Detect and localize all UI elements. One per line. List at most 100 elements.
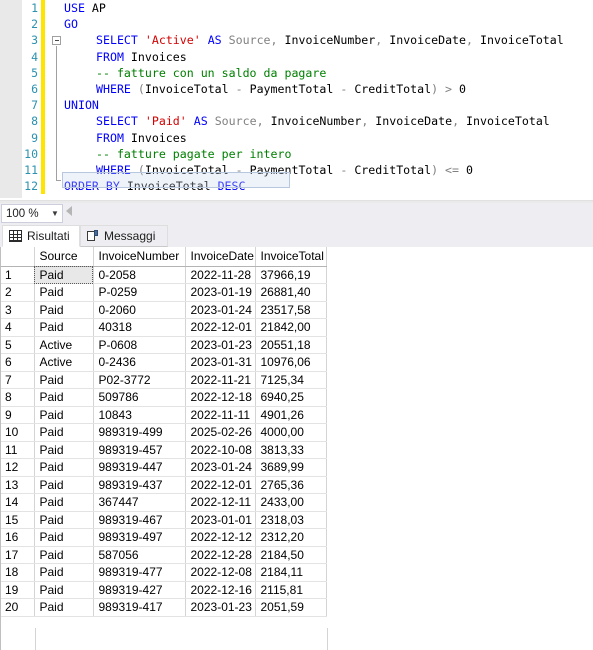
cell-invoicenumber[interactable]: P-0259 [93, 283, 186, 302]
cell-invoicenumber[interactable]: 509786 [93, 388, 186, 407]
cell-invoicedate[interactable]: 2023-01-01 [185, 511, 256, 529]
cell-invoicetotal[interactable]: 10976,06 [255, 353, 327, 372]
cell-invoicenumber[interactable]: 0-2436 [93, 353, 186, 372]
table-row[interactable]: 19 Paid 989319-427 2022-12-16 2115,81 [0, 581, 327, 599]
cell-source[interactable]: Active [34, 353, 94, 372]
table-row[interactable]: 4 Paid 40318 2022-12-01 21842,00 [0, 318, 327, 337]
cell-source[interactable]: Paid [34, 511, 94, 529]
code-line[interactable]: 4 FROM Invoices [0, 48, 593, 65]
cell-source[interactable]: Paid [34, 301, 94, 319]
code-line[interactable]: 9 FROM Invoices [0, 129, 593, 146]
cell-rownum[interactable]: 14 [0, 493, 35, 512]
sql-editor-pane[interactable]: 1 USE AP 2 GO 3 SELECT 'Active' AS Source, In… [0, 0, 593, 198]
cell-invoicedate[interactable]: 2025-02-26 [185, 423, 256, 442]
cell-rownum[interactable]: 5 [0, 336, 35, 354]
cell-invoicetotal[interactable]: 20551,18 [255, 336, 327, 354]
cell-invoicedate[interactable]: 2022-11-21 [185, 371, 256, 389]
cell-rownum[interactable]: 1 [0, 266, 35, 284]
cell-rownum[interactable]: 3 [0, 301, 35, 319]
cell-invoicenumber[interactable]: P-0608 [93, 336, 186, 354]
cell-invoicedate[interactable]: 2023-01-24 [185, 301, 256, 319]
cell-source[interactable]: Paid [34, 388, 94, 407]
table-row[interactable]: 9 Paid 10843 2022-11-11 4901,26 [0, 406, 327, 424]
cell-invoicedate[interactable]: 2023-01-31 [185, 353, 256, 372]
table-row[interactable]: 11 Paid 989319-457 2022-10-08 3813,33 [0, 441, 327, 459]
table-row[interactable]: 20 Paid 989319-417 2023-01-23 2051,59 [0, 598, 327, 617]
cell-source[interactable]: Paid [34, 406, 94, 424]
cell-invoicedate[interactable]: 2023-01-24 [185, 458, 256, 477]
editor-code-lines[interactable]: 1 USE AP 2 GO 3 SELECT 'Active' AS Source, In… [0, 0, 593, 195]
chevron-down-icon[interactable]: ▼ [48, 205, 62, 222]
cell-invoicedate[interactable]: 2022-12-28 [185, 546, 256, 564]
cell-rownum[interactable]: 16 [0, 528, 35, 547]
cell-invoicetotal[interactable]: 2184,50 [255, 546, 327, 564]
cell-rownum[interactable]: 7 [0, 371, 35, 389]
cell-invoicetotal[interactable]: 37966,19 [255, 266, 327, 284]
cell-invoicenumber[interactable]: 989319-437 [93, 476, 186, 494]
cell-source[interactable]: Paid [34, 493, 94, 512]
cell-invoicenumber[interactable]: 989319-447 [93, 458, 186, 477]
cell-invoicedate[interactable]: 2022-12-18 [185, 388, 256, 407]
cell-invoicetotal[interactable]: 2433,00 [255, 493, 327, 512]
cell-invoicenumber[interactable]: 10843 [93, 406, 186, 424]
cell-invoicenumber[interactable]: 989319-497 [93, 528, 186, 547]
cell-invoicenumber[interactable]: 367447 [93, 493, 186, 512]
cell-invoicedate[interactable]: 2022-10-08 [185, 441, 256, 459]
table-row[interactable]: 13 Paid 989319-437 2022-12-01 2765,36 [0, 476, 327, 494]
cell-rownum[interactable]: 17 [0, 546, 35, 564]
cell-invoicetotal[interactable]: 2184,11 [255, 563, 327, 582]
table-row[interactable]: 10 Paid 989319-499 2025-02-26 4000,00 [0, 423, 327, 442]
cell-invoicedate[interactable]: 2022-12-08 [185, 563, 256, 582]
code-line[interactable]: 1 USE AP [0, 0, 593, 17]
cell-invoicenumber[interactable]: 989319-457 [93, 441, 186, 459]
cell-invoicenumber[interactable]: 40318 [93, 318, 186, 337]
cell-source[interactable]: Paid [34, 441, 94, 459]
table-row[interactable]: 6 Active 0-2436 2023-01-31 10976,06 [0, 353, 327, 372]
cell-invoicenumber[interactable]: 0-2058 [93, 266, 186, 284]
table-row[interactable]: 5 Active P-0608 2023-01-23 20551,18 [0, 336, 327, 354]
code-line[interactable]: 6 WHERE (InvoiceTotal - PaymentTotal - Cr… [0, 80, 593, 98]
column-header-source[interactable]: Source [34, 247, 94, 267]
table-row[interactable]: 18 Paid 989319-477 2022-12-08 2184,11 [0, 563, 327, 582]
tab-messaggi[interactable]: Messaggi [80, 225, 168, 247]
zoom-level-dropdown[interactable]: 100 % ▼ [1, 204, 63, 223]
cell-invoicedate[interactable]: 2022-11-28 [185, 266, 256, 284]
cell-source[interactable]: Paid [34, 371, 94, 389]
cell-source[interactable]: Paid [34, 266, 94, 284]
cell-rownum[interactable]: 15 [0, 511, 35, 529]
tab-risultati[interactable]: Risultati [2, 225, 80, 247]
cell-invoicetotal[interactable]: 21842,00 [255, 318, 327, 337]
cell-invoicedate[interactable]: 2022-12-12 [185, 528, 256, 547]
cell-rownum[interactable]: 12 [0, 458, 35, 477]
table-row[interactable]: 3 Paid 0-2060 2023-01-24 23517,58 [0, 301, 327, 319]
cell-invoicetotal[interactable]: 3813,33 [255, 441, 327, 459]
cell-invoicetotal[interactable]: 4000,00 [255, 423, 327, 442]
cell-rownum[interactable]: 20 [0, 598, 35, 617]
code-line[interactable]: 8 SELECT 'Paid' AS Source, InvoiceNumber,… [0, 113, 593, 130]
cell-rownum[interactable]: 2 [0, 283, 35, 302]
cell-source[interactable]: Paid [34, 423, 94, 442]
table-row[interactable]: 12 Paid 989319-447 2023-01-24 3689,99 [0, 458, 327, 477]
table-row[interactable]: 16 Paid 989319-497 2022-12-12 2312,20 [0, 528, 327, 547]
code-line[interactable]: 7 UNION [0, 97, 593, 114]
results-grid[interactable]: Source InvoiceNumber InvoiceDate Invoice… [0, 247, 593, 650]
cell-invoicenumber[interactable]: 989319-499 [93, 423, 186, 442]
cell-invoicenumber[interactable]: P02-3772 [93, 371, 186, 389]
cell-invoicetotal[interactable]: 7125,34 [255, 371, 327, 389]
cell-invoicetotal[interactable]: 4901,26 [255, 406, 327, 424]
column-header-invoicedate[interactable]: InvoiceDate [185, 247, 256, 267]
table-row[interactable]: 2 Paid P-0259 2023-01-19 26881,40 [0, 283, 327, 302]
table-row[interactable]: 7 Paid P02-3772 2022-11-21 7125,34 [0, 371, 327, 389]
cell-invoicenumber[interactable]: 0-2060 [93, 301, 186, 319]
cell-source[interactable]: Paid [34, 563, 94, 582]
cell-invoicetotal[interactable]: 6940,25 [255, 388, 327, 407]
cell-invoicedate[interactable]: 2022-12-11 [185, 493, 256, 512]
table-row[interactable]: 8 Paid 509786 2022-12-18 6940,25 [0, 388, 327, 407]
cell-invoicetotal[interactable]: 23517,58 [255, 301, 327, 319]
cell-invoicedate[interactable]: 2023-01-19 [185, 283, 256, 302]
cell-source[interactable]: Paid [34, 318, 94, 337]
table-row[interactable]: 17 Paid 587056 2022-12-28 2184,50 [0, 546, 327, 564]
cell-invoicenumber[interactable]: 989319-427 [93, 581, 186, 599]
cell-source[interactable]: Paid [34, 458, 94, 477]
cell-invoicedate[interactable]: 2022-12-01 [185, 318, 256, 337]
